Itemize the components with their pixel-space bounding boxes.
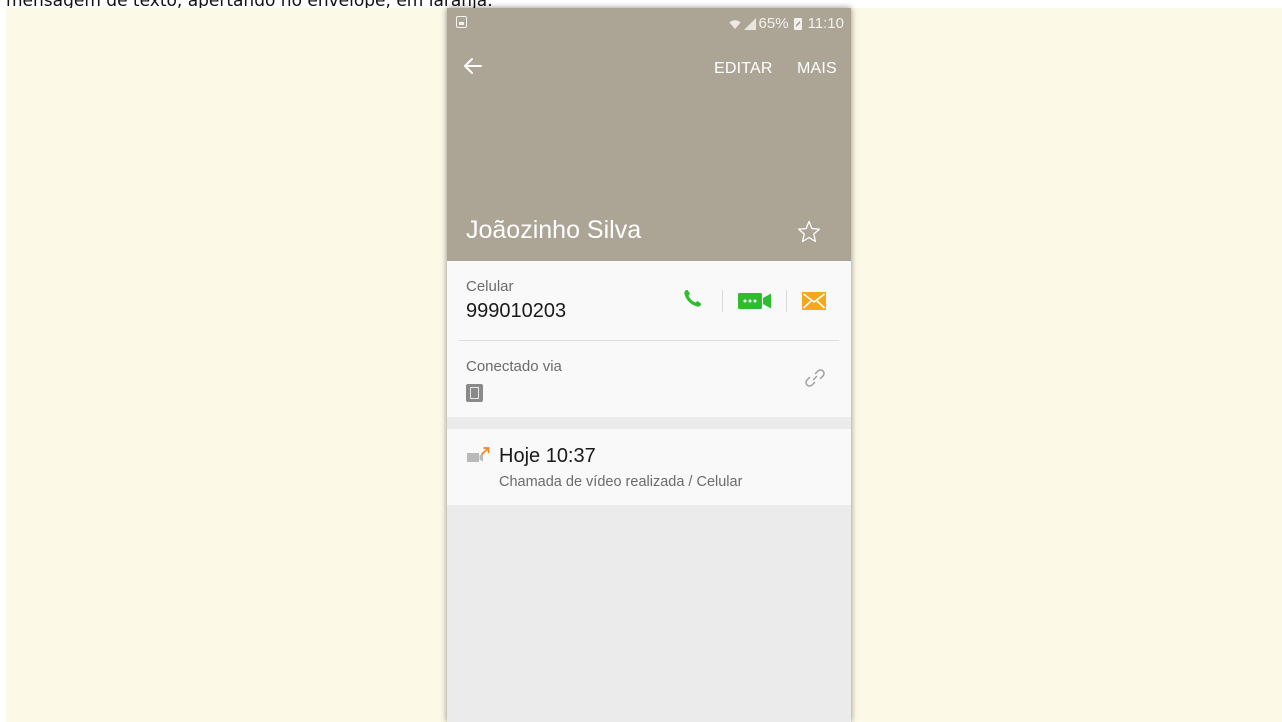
battery-percent: 65%	[758, 15, 789, 32]
star-outline-icon[interactable]	[796, 219, 822, 245]
action-separator	[786, 290, 787, 312]
contact-name: Joãozinho Silva	[466, 216, 642, 244]
divider	[459, 340, 839, 341]
outgoing-video-call-icon	[467, 447, 490, 462]
call-log-detail: Chamada de vídeo realizada / Celular	[499, 474, 743, 490]
video-call-icon[interactable]	[738, 292, 772, 310]
call-log-time: Hoje 10:37	[499, 445, 596, 467]
arrow-left-icon[interactable]	[461, 54, 485, 78]
status-bar: 65% 11:10	[447, 8, 851, 38]
battery-icon	[793, 17, 802, 30]
tablet-icon	[466, 384, 483, 402]
phone-icon[interactable]	[680, 287, 704, 311]
notification-icon	[456, 16, 467, 28]
wifi-icon	[729, 19, 741, 29]
signal-icon	[743, 17, 756, 30]
contact-header: 65% 11:10 EDITAR MAIS Joãozinho Silva	[447, 8, 851, 261]
edit-button[interactable]: EDITAR	[714, 60, 773, 78]
action-separator	[722, 290, 723, 312]
clock: 11:10	[807, 15, 844, 32]
link-icon[interactable]	[803, 366, 827, 390]
connection-label: Conectado via	[466, 358, 562, 375]
envelope-icon[interactable]	[802, 292, 826, 310]
status-indicators: 65% 11:10	[729, 15, 844, 32]
phone-label: Celular	[466, 278, 514, 295]
more-button[interactable]: MAIS	[797, 60, 837, 78]
phone-screen: 65% 11:10 EDITAR MAIS Joãozinho Silva Ce…	[447, 8, 851, 722]
phone-number[interactable]: 999010203	[466, 300, 566, 323]
